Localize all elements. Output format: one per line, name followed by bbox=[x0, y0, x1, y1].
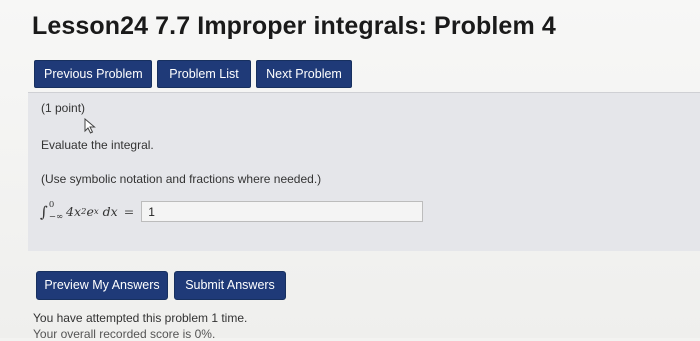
integrand-coefficient: 4 bbox=[66, 204, 74, 219]
integrand-exponent: x bbox=[93, 206, 99, 217]
problem-prompt: Evaluate the integral. bbox=[41, 138, 154, 152]
problem-nav: Previous Problem Problem List Next Probl… bbox=[34, 60, 352, 88]
integrand-exponential-base: e bbox=[86, 204, 94, 219]
page: Lesson24 7.7 Improper integrals: Problem… bbox=[0, 0, 700, 341]
next-problem-button[interactable]: Next Problem bbox=[256, 60, 352, 88]
problem-panel: (1 point) Evaluate the integral. (Use sy… bbox=[28, 92, 700, 251]
differential: dx bbox=[102, 204, 118, 219]
point-value: (1 point) bbox=[41, 101, 86, 115]
lower-limit: −∞ bbox=[48, 211, 64, 222]
recorded-score: Your overall recorded score is 0%. bbox=[33, 327, 216, 341]
answer-actions: Preview My Answers Submit Answers bbox=[36, 271, 286, 300]
mouse-pointer-icon bbox=[84, 118, 96, 134]
integrand-variable: x bbox=[73, 204, 82, 219]
previous-problem-button[interactable]: Previous Problem bbox=[34, 60, 152, 88]
answer-row: ∫ 0 −∞ 4x2ex dx = bbox=[40, 199, 424, 222]
equals-sign: = bbox=[123, 204, 135, 219]
answer-input[interactable] bbox=[141, 201, 424, 222]
upper-limit: 0 bbox=[48, 199, 55, 210]
page-title: Lesson24 7.7 Improper integrals: Problem… bbox=[32, 12, 556, 40]
preview-answers-button[interactable]: Preview My Answers bbox=[36, 271, 168, 300]
integral-limits: 0 −∞ bbox=[48, 199, 64, 222]
integral-expression: ∫ 0 −∞ 4x2ex dx = bbox=[40, 199, 141, 222]
problem-hint: (Use symbolic notation and fractions whe… bbox=[41, 172, 322, 186]
problem-list-button[interactable]: Problem List bbox=[157, 60, 251, 88]
submit-answers-button[interactable]: Submit Answers bbox=[174, 271, 286, 300]
attempt-count: You have attempted this problem 1 time. bbox=[33, 311, 248, 325]
integral-sign: ∫ bbox=[40, 202, 48, 221]
